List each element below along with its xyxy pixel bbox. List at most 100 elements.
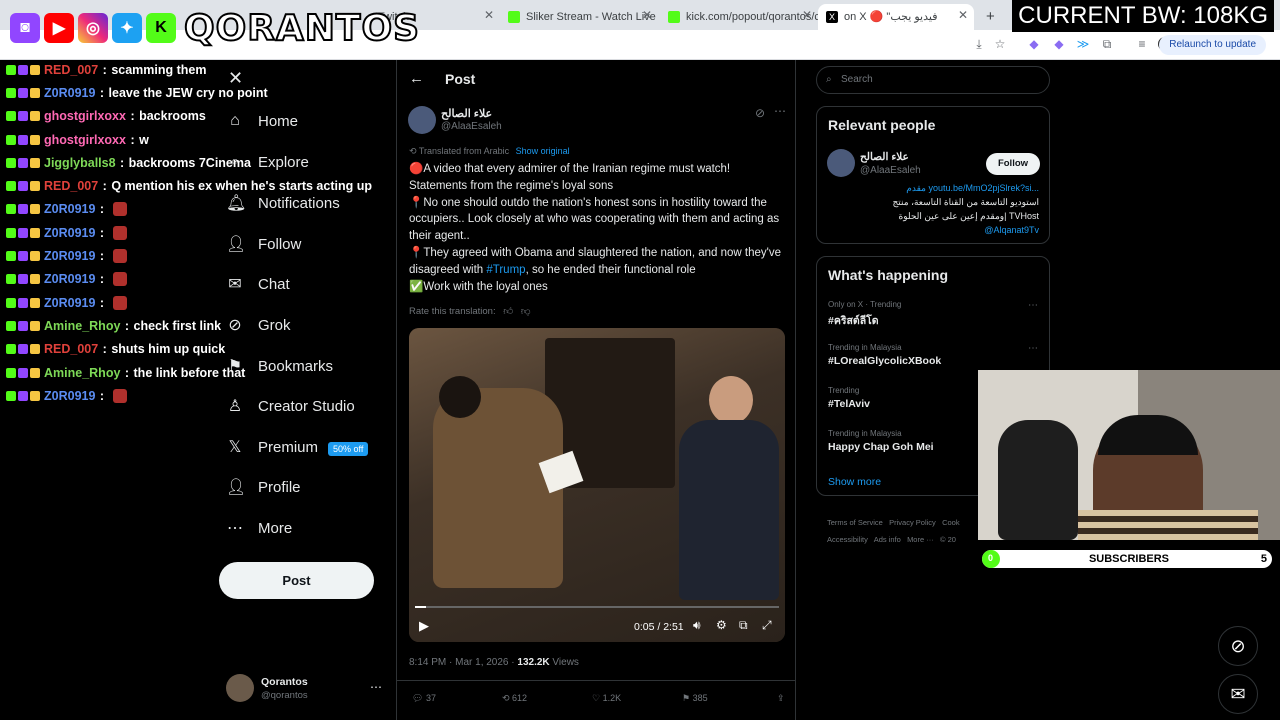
chat-username[interactable]: Amine_Rhoy <box>44 366 120 380</box>
relaunch-button[interactable]: Relaunch to update <box>1159 35 1266 55</box>
settings-icon[interactable]: ⚙ <box>716 618 727 632</box>
tab-sliker[interactable]: Sliker Stream - Watch Live on K ✕ <box>500 4 658 30</box>
chat-username[interactable]: Jigglyballs8 <box>44 156 116 170</box>
star-icon[interactable]: ☆ <box>993 37 1007 51</box>
chat-username[interactable]: Z0R0919 <box>44 249 95 263</box>
chat-message: Z0R0919 : leave the JEW cry no point <box>6 81 401 104</box>
account-name[interactable]: Qorantos <box>261 676 308 688</box>
extension-icon[interactable]: ◆ <box>1052 37 1066 51</box>
grok-icon[interactable]: ⊘ <box>1218 626 1258 666</box>
close-icon[interactable]: ✕ <box>484 4 494 26</box>
chat-badge-icon <box>18 134 28 145</box>
trend-item[interactable]: Trending in Malaysia #LOrealGlycolicXBoo… <box>828 343 1038 367</box>
repost-button[interactable]: ⟲ 612 <box>502 693 592 704</box>
chat-username[interactable]: ghostgirlxoxx <box>44 133 126 147</box>
bookmark-button[interactable]: ⚑ 385 <box>682 693 777 704</box>
stream-logo-bar: ◙ ▶ ◎ ✦ K QORANTOS <box>10 7 420 50</box>
repost-count: 612 <box>512 693 528 703</box>
pip-icon[interactable]: ⧉ <box>739 618 748 633</box>
volume-icon[interactable]: 🔊︎ <box>693 618 701 633</box>
chat-badge-icon <box>6 367 16 378</box>
timestamp[interactable]: 8:14 PM · Mar 1, 2026 · <box>409 657 515 668</box>
tab-kick-popout[interactable]: kick.com/popout/qorantos/cha ✕ <box>660 4 818 30</box>
chat-separator: : <box>99 62 111 77</box>
show-original-link[interactable]: Show original <box>516 146 570 156</box>
chat-username[interactable]: Z0R0919 <box>44 296 95 310</box>
footer-link[interactable]: © 20 <box>940 535 956 544</box>
chat-text: check first link <box>133 318 222 333</box>
mail-icon[interactable]: ✉ <box>1218 674 1258 714</box>
avatar[interactable] <box>226 674 254 702</box>
page-title: Post <box>445 71 476 87</box>
person-handle[interactable]: @AlaaEsaleh <box>860 165 921 176</box>
new-tab-button[interactable]: + <box>978 4 1002 30</box>
chat-username[interactable]: Z0R0919 <box>44 86 95 100</box>
bio-link[interactable]: @Alqanat9Tv <box>839 223 1039 237</box>
sidebar-item-premium[interactable]: 𝕏 Premium <box>226 432 318 462</box>
thumbs-up-icon[interactable]: 👍︎ <box>503 306 513 317</box>
trend-item[interactable]: Only on X · Trending #คริสต์ลีโด ⋯ <box>828 300 1038 329</box>
footer-link[interactable]: Terms of Service <box>827 518 883 527</box>
trend-item[interactable]: Trending #TelAviv <box>828 386 978 410</box>
sidebar-item-profile[interactable]: 👤︎ Profile <box>226 472 301 502</box>
play-icon[interactable]: ▶ <box>419 618 429 634</box>
tab-search-icon[interactable]: ≡ <box>1135 37 1149 51</box>
chat-username[interactable]: RED_007 <box>44 63 98 77</box>
follow-button[interactable]: Follow <box>986 153 1040 175</box>
close-icon[interactable]: ✕ <box>642 4 652 26</box>
hashtag-link[interactable]: #Trump <box>486 264 525 276</box>
chat-username[interactable]: Amine_Rhoy <box>44 319 120 333</box>
tab-x-post[interactable]: X on X 🔴 "فيديو يجب ✕ <box>818 4 974 30</box>
show-more-link[interactable]: Show more <box>828 476 881 488</box>
chat-username[interactable]: RED_007 <box>44 342 98 356</box>
search-input[interactable]: ⌕ Search <box>816 66 1050 94</box>
like-button[interactable]: ♡ 1.2K <box>592 693 682 704</box>
thumbs-down-icon[interactable]: 👎︎ <box>521 306 531 317</box>
chat-username[interactable]: Z0R0919 <box>44 272 95 286</box>
extension-icon[interactable]: ◆ <box>1027 37 1041 51</box>
more-icon[interactable]: ⋯ <box>1028 300 1038 311</box>
chat-username[interactable]: ghostgirlxoxx <box>44 109 126 123</box>
footer-link[interactable]: Privacy Policy <box>889 518 936 527</box>
translation-note: ⟲ Translated from Arabic Show original <box>409 146 570 157</box>
x-logo-icon: 𝕏 <box>228 439 242 456</box>
more-icon[interactable]: ⋯ <box>1028 343 1038 354</box>
more-icon[interactable]: ⋯ <box>370 680 382 694</box>
chat-username[interactable]: Z0R0919 <box>44 202 95 216</box>
footer-link[interactable]: More ··· <box>907 535 934 544</box>
sidebar-item-more[interactable]: ⋯ More <box>226 513 292 543</box>
footer-link[interactable]: Cook <box>942 518 960 527</box>
install-icon[interactable]: ⤓ <box>972 37 986 51</box>
post-button[interactable]: Post <box>219 562 374 599</box>
chat-username[interactable]: Z0R0919 <box>44 226 95 240</box>
extension-icon[interactable]: ≫ <box>1076 37 1090 51</box>
video-progress-track[interactable] <box>415 606 779 608</box>
reply-button[interactable]: 💬︎ 37 <box>412 693 502 704</box>
chat-separator: : <box>96 249 108 264</box>
close-icon[interactable]: ✕ <box>802 4 812 26</box>
more-icon[interactable]: ⋯ <box>774 104 786 118</box>
footer-link[interactable]: Ads info <box>874 535 901 544</box>
footer-link[interactable]: Accessibility <box>827 535 868 544</box>
chat-username[interactable]: RED_007 <box>44 179 98 193</box>
fullscreen-icon[interactable]: ⤢ <box>762 618 772 633</box>
author-name[interactable]: علاء الصالح <box>441 107 492 120</box>
grok-icon[interactable]: ⊘ <box>755 106 765 120</box>
avatar[interactable] <box>408 106 436 134</box>
close-icon[interactable]: ✕ <box>958 4 968 26</box>
trend-item[interactable]: Trending in Malaysia Happy Chap Goh Mei <box>828 429 978 453</box>
video-player[interactable]: ▶ 0:05 / 2:51 🔊︎ ⚙ ⧉ ⤢ <box>409 328 785 642</box>
account-handle[interactable]: @qorantos <box>261 690 308 701</box>
avatar[interactable] <box>827 149 855 177</box>
reply-count: 37 <box>425 693 436 703</box>
puzzle-icon[interactable]: ⧉ <box>1100 37 1114 51</box>
share-icon[interactable]: ⇪ <box>777 693 785 704</box>
back-arrow-icon[interactable]: ← <box>409 70 424 87</box>
bio-line[interactable]: مقدم youtu.be/MmO2pjSlrek?si... <box>839 181 1039 195</box>
chat-badge-icon <box>18 157 28 168</box>
person-name[interactable]: علاء الصالح <box>860 151 909 163</box>
author-handle[interactable]: @AlaaEsaleh <box>441 121 502 132</box>
chat-message: Z0R0919 : <box>6 221 401 244</box>
chat-text: scamming them <box>111 62 207 77</box>
chat-username[interactable]: Z0R0919 <box>44 389 95 403</box>
